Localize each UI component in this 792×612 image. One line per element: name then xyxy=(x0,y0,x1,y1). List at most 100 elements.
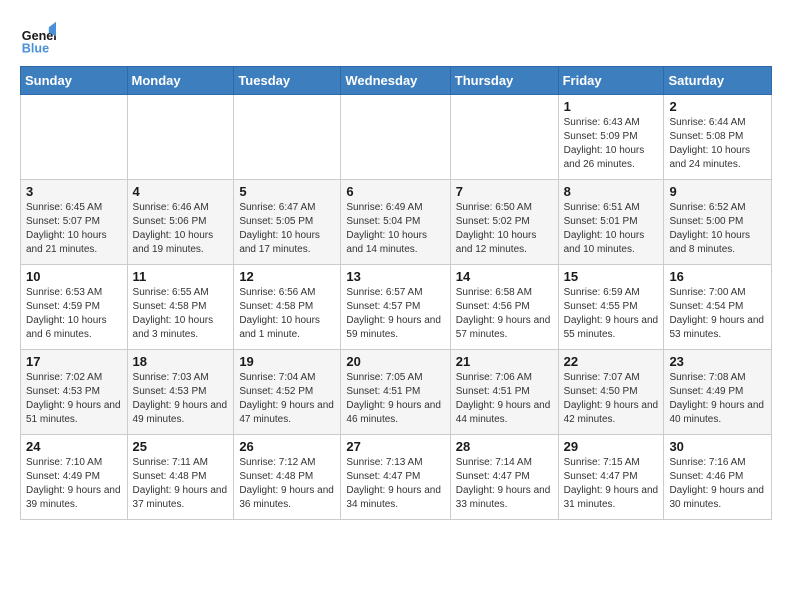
day-info: Sunrise: 7:06 AM Sunset: 4:51 PM Dayligh… xyxy=(456,371,553,427)
calendar-cell: 16Sunrise: 7:00 AM Sunset: 4:54 PM Dayli… xyxy=(664,265,772,350)
day-info: Sunrise: 7:10 AM Sunset: 4:49 PM Dayligh… xyxy=(26,456,122,512)
calendar: SundayMondayTuesdayWednesdayThursdayFrid… xyxy=(20,66,772,520)
calendar-cell: 1 Sunrise: 6:43 AM Sunset: 5:09 PM Daylig… xyxy=(558,95,664,180)
day-info: Sunrise: 7:07 AM Sunset: 4:50 PM Dayligh… xyxy=(564,371,659,427)
calendar-cell: 5 Sunrise: 6:47 AM Sunset: 5:05 PM Daylig… xyxy=(234,180,341,265)
day-info: Sunrise: 7:16 AM Sunset: 4:46 PM Dayligh… xyxy=(669,456,766,512)
calendar-cell: 22 Sunrise: 7:07 AM Sunset: 4:50 PM Dayli… xyxy=(558,350,664,435)
day-number: 12 xyxy=(239,269,335,284)
day-number: 8 xyxy=(564,184,659,199)
day-number: 17 xyxy=(26,354,122,369)
day-number: 30 xyxy=(669,439,766,454)
day-info: Sunrise: 6:45 AM Sunset: 5:07 PM Dayligh… xyxy=(26,201,122,257)
calendar-header-row: SundayMondayTuesdayWednesdayThursdayFrid… xyxy=(21,67,772,95)
day-number: 24 xyxy=(26,439,122,454)
day-info: Sunrise: 6:56 AM Sunset: 4:58 PM Dayligh… xyxy=(239,286,335,342)
calendar-cell: 21 Sunrise: 7:06 AM Sunset: 4:51 PM Dayli… xyxy=(450,350,558,435)
calendar-week-1: 3 Sunrise: 6:45 AM Sunset: 5:07 PM Daylig… xyxy=(21,180,772,265)
day-info: Sunrise: 7:15 AM Sunset: 4:47 PM Dayligh… xyxy=(564,456,659,512)
day-info: Sunrise: 7:03 AM Sunset: 4:53 PM Dayligh… xyxy=(133,371,229,427)
day-info: Sunrise: 7:11 AM Sunset: 4:48 PM Dayligh… xyxy=(133,456,229,512)
day-number: 1 xyxy=(564,99,659,114)
day-info: Sunrise: 7:05 AM Sunset: 4:51 PM Dayligh… xyxy=(346,371,444,427)
day-number: 4 xyxy=(133,184,229,199)
header: General Blue xyxy=(20,20,772,56)
day-number: 2 xyxy=(669,99,766,114)
day-info: Sunrise: 6:55 AM Sunset: 4:58 PM Dayligh… xyxy=(133,286,229,342)
calendar-cell: 23 Sunrise: 7:08 AM Sunset: 4:49 PM Dayli… xyxy=(664,350,772,435)
calendar-cell xyxy=(21,95,128,180)
calendar-cell: 26Sunrise: 7:12 AM Sunset: 4:48 PM Dayli… xyxy=(234,435,341,520)
day-number: 10 xyxy=(26,269,122,284)
day-number: 20 xyxy=(346,354,444,369)
day-info: Sunrise: 7:14 AM Sunset: 4:47 PM Dayligh… xyxy=(456,456,553,512)
calendar-cell: 14 Sunrise: 6:58 AM Sunset: 4:56 PM Dayli… xyxy=(450,265,558,350)
calendar-cell xyxy=(450,95,558,180)
day-number: 6 xyxy=(346,184,444,199)
day-info: Sunrise: 6:44 AM Sunset: 5:08 PM Dayligh… xyxy=(669,116,766,172)
day-info: Sunrise: 6:49 AM Sunset: 5:04 PM Dayligh… xyxy=(346,201,444,257)
calendar-cell: 11 Sunrise: 6:55 AM Sunset: 4:58 PM Dayli… xyxy=(127,265,234,350)
calendar-cell: 3 Sunrise: 6:45 AM Sunset: 5:07 PM Daylig… xyxy=(21,180,128,265)
calendar-cell: 9 Sunrise: 6:52 AM Sunset: 5:00 PM Daylig… xyxy=(664,180,772,265)
calendar-cell: 10 Sunrise: 6:53 AM Sunset: 4:59 PM Dayli… xyxy=(21,265,128,350)
day-info: Sunrise: 6:47 AM Sunset: 5:05 PM Dayligh… xyxy=(239,201,335,257)
day-info: Sunrise: 6:46 AM Sunset: 5:06 PM Dayligh… xyxy=(133,201,229,257)
day-header-friday: Friday xyxy=(558,67,664,95)
day-info: Sunrise: 6:58 AM Sunset: 4:56 PM Dayligh… xyxy=(456,286,553,342)
day-number: 11 xyxy=(133,269,229,284)
calendar-cell: 2 Sunrise: 6:44 AM Sunset: 5:08 PM Daylig… xyxy=(664,95,772,180)
calendar-week-0: 1 Sunrise: 6:43 AM Sunset: 5:09 PM Daylig… xyxy=(21,95,772,180)
day-header-thursday: Thursday xyxy=(450,67,558,95)
day-number: 19 xyxy=(239,354,335,369)
day-info: Sunrise: 7:08 AM Sunset: 4:49 PM Dayligh… xyxy=(669,371,766,427)
calendar-cell: 4 Sunrise: 6:46 AM Sunset: 5:06 PM Daylig… xyxy=(127,180,234,265)
calendar-cell xyxy=(127,95,234,180)
day-number: 16 xyxy=(669,269,766,284)
day-info: Sunrise: 6:43 AM Sunset: 5:09 PM Dayligh… xyxy=(564,116,659,172)
day-number: 28 xyxy=(456,439,553,454)
calendar-cell: 19 Sunrise: 7:04 AM Sunset: 4:52 PM Dayli… xyxy=(234,350,341,435)
calendar-cell: 12 Sunrise: 6:56 AM Sunset: 4:58 PM Dayli… xyxy=(234,265,341,350)
day-number: 23 xyxy=(669,354,766,369)
day-header-saturday: Saturday xyxy=(664,67,772,95)
day-number: 29 xyxy=(564,439,659,454)
calendar-cell: 29 Sunrise: 7:15 AM Sunset: 4:47 PM Dayli… xyxy=(558,435,664,520)
day-number: 3 xyxy=(26,184,122,199)
calendar-week-4: 24 Sunrise: 7:10 AM Sunset: 4:49 PM Dayli… xyxy=(21,435,772,520)
day-info: Sunrise: 6:57 AM Sunset: 4:57 PM Dayligh… xyxy=(346,286,444,342)
day-number: 14 xyxy=(456,269,553,284)
logo: General Blue xyxy=(20,20,60,56)
calendar-cell xyxy=(341,95,450,180)
calendar-week-2: 10 Sunrise: 6:53 AM Sunset: 4:59 PM Dayli… xyxy=(21,265,772,350)
calendar-cell: 18Sunrise: 7:03 AM Sunset: 4:53 PM Dayli… xyxy=(127,350,234,435)
day-number: 27 xyxy=(346,439,444,454)
day-info: Sunrise: 6:51 AM Sunset: 5:01 PM Dayligh… xyxy=(564,201,659,257)
day-info: Sunrise: 6:53 AM Sunset: 4:59 PM Dayligh… xyxy=(26,286,122,342)
day-info: Sunrise: 6:52 AM Sunset: 5:00 PM Dayligh… xyxy=(669,201,766,257)
calendar-cell: 30 Sunrise: 7:16 AM Sunset: 4:46 PM Dayli… xyxy=(664,435,772,520)
day-number: 13 xyxy=(346,269,444,284)
calendar-cell: 25Sunrise: 7:11 AM Sunset: 4:48 PM Dayli… xyxy=(127,435,234,520)
day-number: 26 xyxy=(239,439,335,454)
day-number: 22 xyxy=(564,354,659,369)
day-header-wednesday: Wednesday xyxy=(341,67,450,95)
calendar-cell: 28 Sunrise: 7:14 AM Sunset: 4:47 PM Dayli… xyxy=(450,435,558,520)
day-number: 9 xyxy=(669,184,766,199)
day-info: Sunrise: 6:50 AM Sunset: 5:02 PM Dayligh… xyxy=(456,201,553,257)
day-number: 15 xyxy=(564,269,659,284)
day-info: Sunrise: 7:04 AM Sunset: 4:52 PM Dayligh… xyxy=(239,371,335,427)
calendar-cell: 6 Sunrise: 6:49 AM Sunset: 5:04 PM Daylig… xyxy=(341,180,450,265)
calendar-cell xyxy=(234,95,341,180)
day-info: Sunrise: 7:13 AM Sunset: 4:47 PM Dayligh… xyxy=(346,456,444,512)
day-info: Sunrise: 6:59 AM Sunset: 4:55 PM Dayligh… xyxy=(564,286,659,342)
day-number: 5 xyxy=(239,184,335,199)
day-info: Sunrise: 7:02 AM Sunset: 4:53 PM Dayligh… xyxy=(26,371,122,427)
calendar-cell: 13 Sunrise: 6:57 AM Sunset: 4:57 PM Dayli… xyxy=(341,265,450,350)
day-header-sunday: Sunday xyxy=(21,67,128,95)
calendar-week-3: 17 Sunrise: 7:02 AM Sunset: 4:53 PM Dayli… xyxy=(21,350,772,435)
svg-text:Blue: Blue xyxy=(22,41,49,55)
day-number: 7 xyxy=(456,184,553,199)
day-number: 21 xyxy=(456,354,553,369)
calendar-cell: 15 Sunrise: 6:59 AM Sunset: 4:55 PM Dayli… xyxy=(558,265,664,350)
